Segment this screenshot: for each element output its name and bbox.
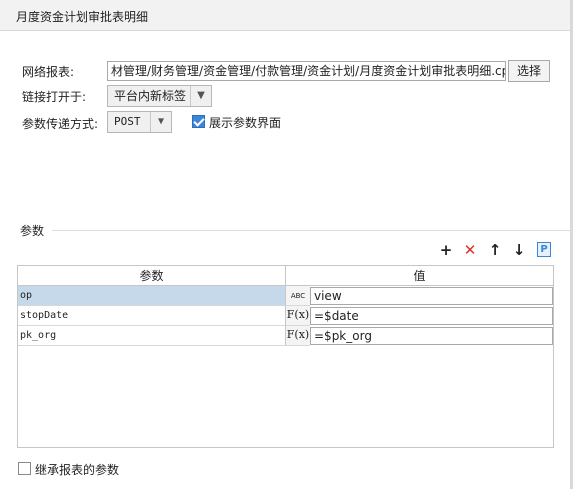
params-table: 参数 值 op ABC view stopDate F(x) =$date pk… xyxy=(17,265,554,448)
text-type-icon[interactable]: ABC xyxy=(286,286,310,306)
report-label: 网络报表: xyxy=(22,65,75,79)
chevron-down-icon: ▼ xyxy=(150,112,171,132)
column-header-value[interactable]: 值 xyxy=(286,266,553,286)
param-value-field[interactable]: =$pk_org xyxy=(310,327,553,345)
show-params-checkbox[interactable] xyxy=(192,115,205,128)
params-group-title: 参数 xyxy=(20,224,45,238)
param-name[interactable]: pk_org xyxy=(18,326,286,346)
param-value-field[interactable]: view xyxy=(310,287,553,305)
inherit-params-label: 继承报表的参数 xyxy=(35,463,120,477)
move-up-icon[interactable]: ↑ xyxy=(486,241,504,259)
link-open-value: 平台内新标签 xyxy=(114,89,187,103)
report-path-field[interactable]: 材管理/财务管理/资金管理/付款管理/资金计划/月度资金计划审批表明细.cpt xyxy=(107,61,506,81)
formula-icon[interactable]: F(x) xyxy=(286,326,310,346)
delete-icon[interactable]: ✕ xyxy=(461,241,479,259)
add-icon[interactable]: + xyxy=(437,241,455,259)
group-divider xyxy=(52,230,570,231)
param-value-field[interactable]: =$date xyxy=(310,307,553,325)
param-name[interactable]: op xyxy=(18,286,286,306)
parameter-icon[interactable]: P xyxy=(537,242,551,257)
param-name[interactable]: stopDate xyxy=(18,306,286,326)
inherit-params-checkbox[interactable] xyxy=(18,462,31,475)
link-open-select[interactable]: 平台内新标签 ▼ xyxy=(107,85,212,107)
column-header-name[interactable]: 参数 xyxy=(18,266,286,286)
table-row[interactable]: pk_org F(x) =$pk_org xyxy=(18,326,553,346)
table-row[interactable]: op ABC view xyxy=(18,286,553,306)
param-method-label: 参数传递方式: xyxy=(22,117,99,131)
choose-button[interactable]: 选择 xyxy=(508,60,550,82)
dialog-title: 月度资金计划审批表明细 xyxy=(16,10,149,24)
move-down-icon[interactable]: ↓ xyxy=(510,241,528,259)
param-method-value: POST xyxy=(114,115,141,128)
type-label: ABC xyxy=(290,292,306,300)
table-row[interactable]: stopDate F(x) =$date xyxy=(18,306,553,326)
dialog-titlebar: 月度资金计划审批表明细 xyxy=(0,0,573,31)
show-params-label: 展示参数界面 xyxy=(209,116,282,130)
chevron-down-icon: ▼ xyxy=(190,86,211,106)
param-method-select[interactable]: POST ▼ xyxy=(107,111,172,133)
link-open-label: 链接打开于: xyxy=(22,90,87,104)
formula-icon[interactable]: F(x) xyxy=(286,306,310,326)
